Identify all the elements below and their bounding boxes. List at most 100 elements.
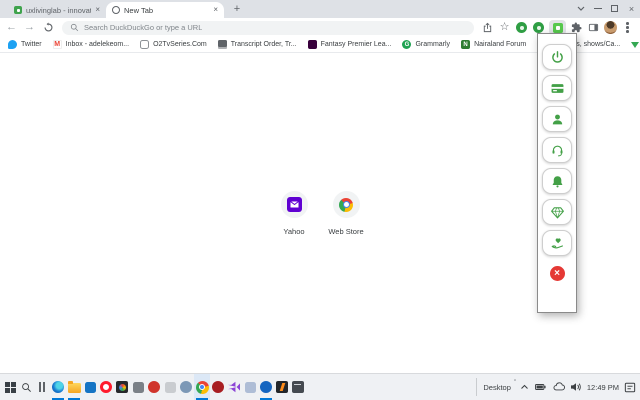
forward-icon[interactable]: →: [24, 22, 35, 33]
minimize-button[interactable]: [589, 0, 606, 17]
taskbar-app-pinterest[interactable]: [210, 374, 226, 400]
menu-kebab-icon[interactable]: [621, 21, 634, 34]
donate-button[interactable]: [542, 230, 572, 256]
taskbar-app-terminal[interactable]: [290, 374, 306, 400]
browser-window: uxlivinglab - innovating from pe × New T…: [0, 0, 640, 400]
app-icon: [244, 381, 256, 393]
taskbar-app-chrome[interactable]: [194, 374, 210, 400]
taskbar-app-audio-app[interactable]: [226, 374, 242, 400]
bookmark-icon: [8, 40, 17, 49]
web-store-icon: [339, 197, 353, 212]
bookmark-label: O2TvSeries.Com: [153, 41, 207, 48]
bookmark-label: Inbox - adelekeom...: [65, 41, 130, 48]
bookmark-transcript-order[interactable]: Transcript Order, Tr...: [217, 40, 297, 49]
taskbar-app-steam[interactable]: [130, 374, 146, 400]
system-tray: Desktop” 12:49 PM: [476, 378, 640, 396]
payment-card-icon: [551, 83, 563, 93]
profile-button[interactable]: [542, 106, 572, 132]
profile-icon: [552, 114, 562, 124]
taskbar-app-power-manager[interactable]: [274, 374, 290, 400]
tab-search-icon[interactable]: [572, 0, 589, 17]
search-icon: [70, 23, 79, 32]
bookmark-nairaland-forum[interactable]: N Nairaland Forum: [461, 40, 526, 49]
shortcut-label: Web Store: [328, 227, 364, 236]
bookmark-icon: G: [402, 40, 412, 49]
taskbar-app-photos[interactable]: [114, 374, 130, 400]
support-button[interactable]: [542, 137, 572, 163]
bookmark-inbox[interactable]: M Inbox - adelekeom...: [52, 40, 130, 49]
extension-a-icon[interactable]: [515, 21, 528, 34]
maximize-button[interactable]: [606, 0, 623, 17]
side-panel-icon[interactable]: [587, 21, 600, 34]
taskbar-app-file-explorer[interactable]: [66, 374, 82, 400]
taskbar-app-opera[interactable]: [98, 374, 114, 400]
clock[interactable]: 12:49 PM: [587, 383, 619, 392]
bookmark-label: Grammarly: [415, 41, 451, 48]
app-icon: [276, 381, 288, 393]
bookmark-o2tvseries[interactable]: O2TvSeries.Com: [140, 40, 207, 49]
bookmark-icon: [307, 40, 317, 49]
taskbar-app-browser-globe[interactable]: [178, 374, 194, 400]
tab-close-icon[interactable]: ×: [95, 6, 100, 14]
share-icon[interactable]: [481, 21, 494, 34]
back-icon[interactable]: ←: [6, 22, 17, 33]
tab-uxlivinglab[interactable]: uxlivinglab - innovating from pe ×: [8, 2, 106, 18]
profile-avatar[interactable]: [604, 21, 617, 34]
support-headset-icon: [552, 145, 562, 156]
app-icon: [84, 381, 96, 393]
bell-icon: [552, 175, 562, 187]
taskbar-app-messaging[interactable]: [258, 374, 274, 400]
app-icon: [212, 381, 224, 393]
taskbar-app-edge[interactable]: [50, 374, 66, 400]
app-icon: [148, 381, 160, 393]
power-button[interactable]: [542, 44, 572, 70]
tab-strip: uxlivinglab - innovating from pe × New T…: [0, 0, 640, 18]
app-icon: [228, 381, 240, 393]
taskbar-app-notes[interactable]: [242, 374, 258, 400]
bookmark-grammarly[interactable]: G Grammarly: [402, 40, 450, 49]
app-icon: [52, 381, 64, 393]
bookmark-icon: M: [52, 40, 62, 49]
bookmark-icon: [217, 40, 227, 49]
notifications-button[interactable]: [542, 168, 572, 194]
tab-title: New Tab: [124, 5, 154, 15]
tab-title: uxlivinglab - innovating from pe: [26, 5, 92, 15]
bookmark-fantasy-premier-league[interactable]: Fantasy Premier Lea...: [307, 40, 391, 49]
bookmark-twitter[interactable]: Twitter: [8, 40, 42, 49]
rewards-button[interactable]: [542, 199, 572, 225]
volume-icon[interactable]: [570, 382, 582, 392]
tab-new-tab[interactable]: New Tab ×: [106, 2, 224, 18]
app-icon: [195, 380, 209, 394]
shortcut-web-store[interactable]: Web Store: [322, 191, 370, 236]
taskbar-app-kmplayer[interactable]: [146, 374, 162, 400]
tray-chevron-up-icon[interactable]: [520, 384, 529, 390]
address-bar[interactable]: Search DuckDuckGo or type a URL: [62, 20, 474, 35]
app-icon: [116, 381, 128, 393]
reload-icon[interactable]: [42, 21, 55, 34]
bookmark-star-icon[interactable]: ☆: [498, 21, 511, 34]
action-center-icon[interactable]: [624, 382, 636, 393]
taskbar-app-app-faded[interactable]: [162, 374, 178, 400]
app-icon: [180, 381, 192, 393]
taskbar-search-button[interactable]: [18, 374, 34, 400]
tab-close-icon[interactable]: ×: [213, 6, 218, 14]
onedrive-cloud-icon[interactable]: [552, 382, 565, 392]
app-icon: [292, 381, 304, 393]
uxlivinglab-favicon: [14, 6, 22, 14]
task-view-button[interactable]: [34, 374, 50, 400]
close-button[interactable]: ×: [623, 0, 640, 17]
taskbar-app-mail[interactable]: [82, 374, 98, 400]
bookmark-free-online[interactable]: Free Online Y: [631, 41, 640, 48]
app-icon: [67, 381, 81, 393]
new-tab-button[interactable]: +: [230, 2, 244, 16]
shortcut-label: Yahoo: [283, 227, 305, 236]
address-placeholder: Search DuckDuckGo or type a URL: [84, 23, 203, 32]
desktop-button[interactable]: Desktop”: [483, 380, 516, 392]
battery-icon[interactable]: [534, 382, 547, 392]
payment-card-button[interactable]: [542, 75, 572, 101]
panel-close-button[interactable]: ×: [549, 266, 565, 281]
start-button[interactable]: [2, 374, 18, 400]
task-view-icon: [39, 382, 45, 392]
shortcut-yahoo[interactable]: Yahoo: [270, 191, 318, 236]
app-icon: [164, 381, 176, 393]
